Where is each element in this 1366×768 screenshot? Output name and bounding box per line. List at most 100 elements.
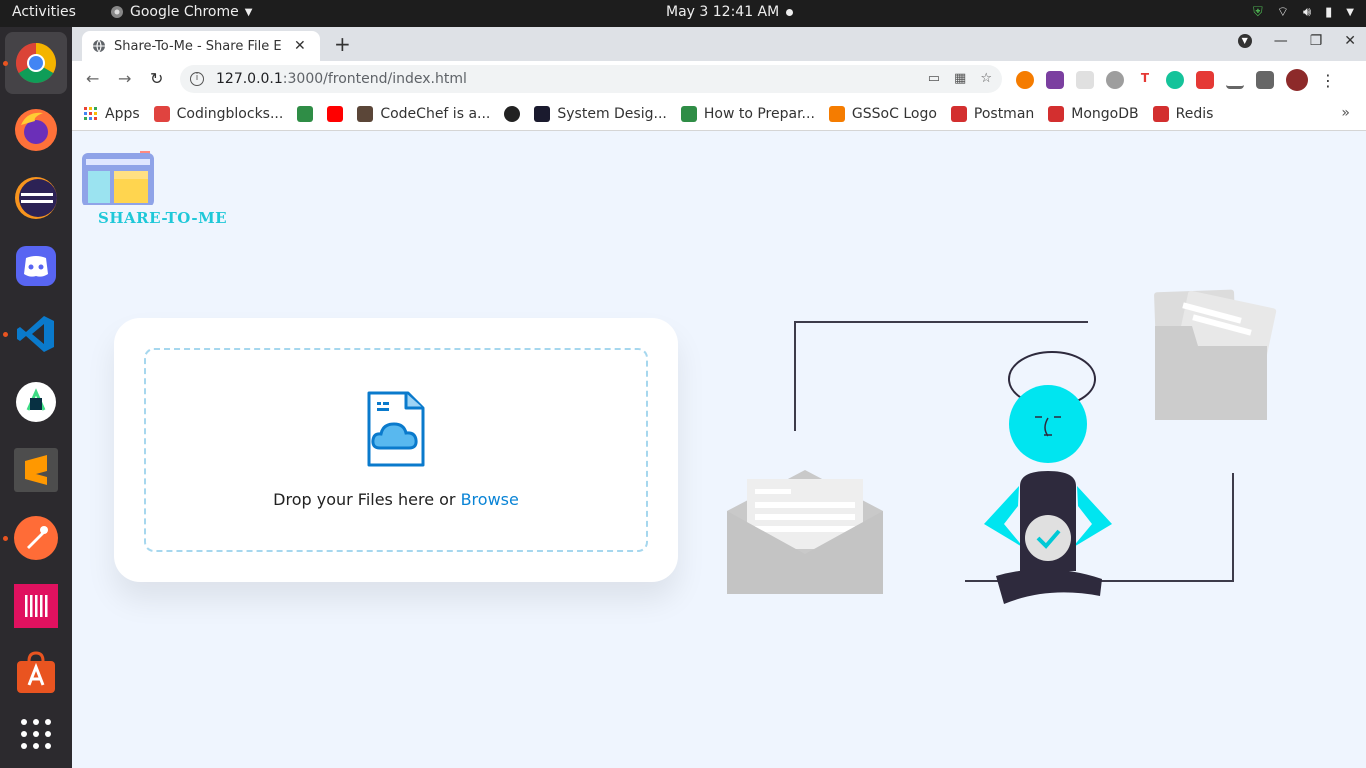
- grammarly-icon[interactable]: [1166, 71, 1184, 89]
- window-controls: ▼ — ❐ ✕: [1237, 33, 1356, 49]
- bookmark-item[interactable]: [327, 105, 344, 122]
- dock-discord[interactable]: [12, 242, 60, 290]
- app-grid-icon: [21, 719, 51, 749]
- bookmark-item[interactable]: GSSoC Logo: [828, 105, 937, 122]
- site-logo[interactable]: SHARE-TO-ME: [82, 141, 232, 227]
- upload-card: Drop your Files here or Browse: [114, 318, 678, 582]
- bookmark-item[interactable]: Apps: [84, 106, 140, 122]
- chrome-window: Share-To-Me - Share File E ✕ + ▼ — ❐ ✕ ←…: [72, 27, 1366, 131]
- bookmark-label: Apps: [105, 105, 140, 122]
- bookmark-label: Postman: [973, 105, 1035, 122]
- discord-icon: [16, 246, 56, 286]
- system-design-icon: [534, 105, 551, 122]
- dock-postman[interactable]: [12, 514, 60, 562]
- reload-button[interactable]: ↻: [150, 69, 163, 88]
- bookmark-item[interactable]: Postman: [950, 105, 1035, 122]
- browse-link[interactable]: Browse: [461, 490, 519, 509]
- dock-firefox[interactable]: [12, 106, 60, 154]
- caret-down-icon: ▼: [244, 6, 253, 18]
- drop-instructions: Drop your Files here or Browse: [146, 490, 646, 509]
- app-menu-label: Google Chrome: [130, 4, 239, 20]
- envelope-illustration: [727, 470, 883, 594]
- bookmark-item[interactable]: [504, 105, 521, 122]
- postman-icon: [14, 516, 58, 560]
- site-info-icon[interactable]: i: [190, 72, 204, 86]
- minimize-button[interactable]: —: [1274, 33, 1288, 49]
- bookmark-item[interactable]: CodeChef is a...: [357, 105, 491, 122]
- mongodb-bookmark-icon: [1048, 105, 1065, 122]
- sublime-icon: [14, 448, 58, 492]
- dock-sublime[interactable]: [12, 446, 60, 494]
- power-menu-icon[interactable]: ▼: [1346, 4, 1354, 22]
- logo-text: SHARE-TO-ME: [98, 209, 228, 227]
- maximize-button[interactable]: ❐: [1310, 33, 1323, 49]
- shield-icon[interactable]: ⛨: [1253, 4, 1263, 22]
- github-icon: [504, 105, 521, 122]
- url-host: 127.0.0.1: [216, 71, 283, 87]
- drop-zone[interactable]: Drop your Files here or Browse: [144, 348, 648, 552]
- bookmark-label: MongoDB: [1071, 105, 1139, 122]
- extension-icon[interactable]: [1046, 71, 1064, 89]
- avatar[interactable]: [1286, 69, 1308, 91]
- activities-button[interactable]: Activities: [12, 4, 76, 20]
- bookmark-item[interactable]: [297, 105, 314, 122]
- cast-icon[interactable]: ▭: [928, 71, 940, 86]
- gitkraken-icon: [14, 584, 58, 628]
- bookmark-label: CodeChef is a...: [380, 105, 491, 122]
- volume-icon[interactable]: 🔊︎: [1303, 4, 1311, 22]
- more-bookmarks-icon[interactable]: »: [1341, 105, 1350, 121]
- bookmark-label: System Desig...: [557, 105, 667, 122]
- codingblocks-icon: [153, 105, 170, 122]
- dock-eclipse[interactable]: [12, 174, 60, 222]
- geeksforgeeks-icon: [297, 105, 314, 122]
- bookmark-item[interactable]: MongoDB: [1048, 105, 1139, 122]
- wifi-icon[interactable]: ⌔: [1277, 4, 1289, 22]
- logo-image: [82, 151, 154, 207]
- dock-vscode[interactable]: [12, 310, 60, 358]
- bookmark-label: Redis: [1175, 105, 1214, 122]
- close-tab-icon[interactable]: ✕: [294, 38, 306, 54]
- qr-code-icon[interactable]: ▦: [954, 71, 966, 86]
- firefox-icon: [15, 109, 57, 151]
- puzzle-icon[interactable]: [1256, 71, 1274, 89]
- system-tray[interactable]: ⛨ ⌔ 🔊︎ ▮ ▼: [1253, 4, 1354, 22]
- bookmark-item[interactable]: Codingblocks...: [153, 105, 283, 122]
- app-menu[interactable]: Google Chrome ▼: [110, 4, 252, 20]
- browser-toolbar: ← → ↻ i 127.0.0.1:3000/frontend/index.ht…: [72, 61, 1366, 97]
- bookmarks-bar: Apps Codingblocks... CodeChef is a... Sy…: [72, 97, 1366, 131]
- bookmark-star-icon[interactable]: ☆: [980, 71, 992, 86]
- clock[interactable]: May 3 12:41 AM: [666, 4, 779, 20]
- back-button[interactable]: ←: [86, 69, 99, 88]
- extension-icon[interactable]: [1016, 71, 1034, 89]
- extension-icon[interactable]: T: [1136, 71, 1154, 89]
- extension-icon[interactable]: [1196, 71, 1214, 89]
- extension-icon[interactable]: [1106, 71, 1124, 89]
- eclipse-icon: [15, 177, 57, 219]
- redis-bookmark-icon: [1152, 105, 1169, 122]
- extensions-bar: T ⋮: [1016, 69, 1336, 91]
- close-window-button[interactable]: ✕: [1344, 33, 1356, 49]
- file-cloud-icon: [367, 391, 425, 467]
- more-menu-icon[interactable]: ⋮: [1320, 71, 1336, 90]
- dock-android-studio[interactable]: [12, 378, 60, 426]
- android-studio-icon: [16, 382, 56, 422]
- file-sharing-illustration: [727, 289, 1277, 604]
- battery-icon[interactable]: ▮: [1325, 4, 1332, 22]
- bookmark-item[interactable]: System Desig...: [534, 105, 667, 122]
- browser-tab[interactable]: Share-To-Me - Share File E ✕: [82, 31, 320, 61]
- ubuntu-software-icon: [17, 651, 55, 693]
- address-bar[interactable]: i 127.0.0.1:3000/frontend/index.html ▭ ▦…: [180, 65, 1002, 93]
- show-applications-button[interactable]: [12, 710, 60, 758]
- bookmark-item[interactable]: Redis: [1152, 105, 1214, 122]
- notification-dot: [786, 9, 793, 16]
- forward-button[interactable]: →: [118, 69, 131, 88]
- extension-icon[interactable]: [1076, 71, 1094, 89]
- dock-chrome[interactable]: [5, 32, 67, 94]
- dock-gitkraken[interactable]: [12, 582, 60, 630]
- dock-ubuntu-software[interactable]: [12, 650, 60, 698]
- extension-icon[interactable]: [1226, 71, 1244, 89]
- tab-search-icon[interactable]: ▼: [1237, 34, 1252, 48]
- bookmark-item[interactable]: How to Prepar...: [680, 105, 815, 122]
- new-tab-button[interactable]: +: [334, 32, 351, 56]
- youtube-icon: [327, 105, 344, 122]
